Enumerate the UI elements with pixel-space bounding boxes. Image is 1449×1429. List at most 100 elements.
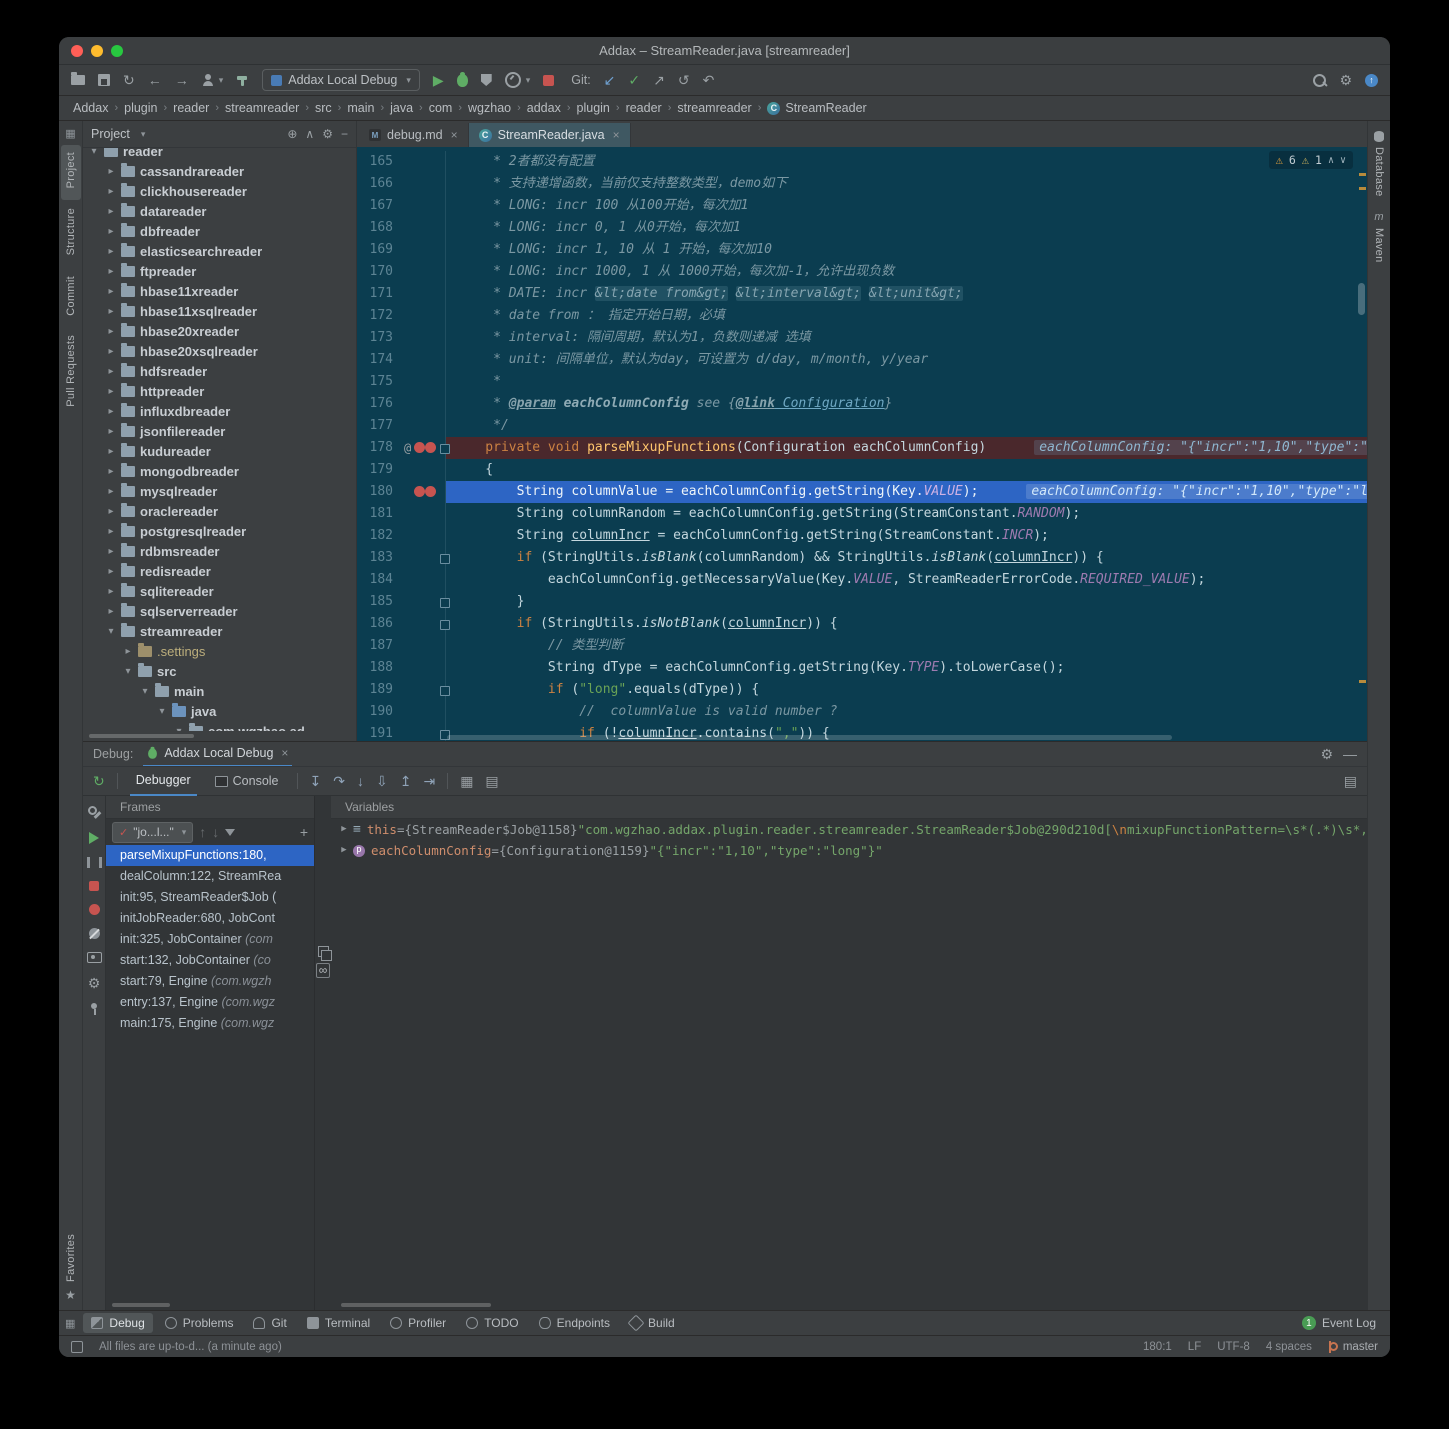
frames-hscrollbar[interactable] xyxy=(112,1303,308,1308)
breadcrumb-item[interactable]: main xyxy=(347,101,374,115)
tool-window-bars-icon[interactable]: ▦ xyxy=(65,127,75,140)
code-line-176[interactable]: 176 * @param eachColumnConfig see {@link… xyxy=(357,393,1367,415)
prev-warning-icon[interactable]: ∧ xyxy=(1328,155,1334,166)
chevron-icon[interactable]: ▸ xyxy=(106,306,116,317)
tab-console[interactable]: Console xyxy=(209,767,285,795)
show-all-frames-icon[interactable]: ∞ xyxy=(316,963,331,978)
line-number[interactable]: 167 xyxy=(357,195,401,217)
code-line-166[interactable]: 166 * 支持递增函数，当前仅支持整数类型，demo如下 xyxy=(357,173,1367,195)
code-line-186[interactable]: 186 if (StringUtils.isNotBlank(columnInc… xyxy=(357,613,1367,635)
update-indicator-icon[interactable]: ↑ xyxy=(1365,74,1378,87)
tree-item-datareader[interactable]: ▸datareader xyxy=(83,201,356,221)
error-stripe-mark[interactable] xyxy=(1359,187,1366,190)
chevron-icon[interactable]: ▸ xyxy=(106,466,116,477)
line-number[interactable]: 178 xyxy=(357,437,401,459)
status-tab-debug[interactable]: Debug xyxy=(83,1313,152,1333)
star-icon[interactable]: ★ xyxy=(65,1288,76,1302)
line-number[interactable]: 191 xyxy=(357,723,401,741)
thread-dump-icon[interactable] xyxy=(87,952,102,963)
line-number[interactable]: 173 xyxy=(357,327,401,349)
view-breakpoints-icon[interactable] xyxy=(89,904,100,915)
error-stripe-mark[interactable] xyxy=(1359,173,1366,176)
tree-item-java[interactable]: ▾java xyxy=(83,701,356,721)
gutter[interactable] xyxy=(401,283,446,305)
chevron-icon[interactable]: ▸ xyxy=(123,646,133,657)
frame-down-icon[interactable]: ↓ xyxy=(212,825,219,839)
close-icon[interactable]: × xyxy=(281,746,288,760)
code-line-180[interactable]: 180 String columnValue = eachColumnConfi… xyxy=(357,481,1367,503)
tree-item-oraclereader[interactable]: ▸oraclereader xyxy=(83,501,356,521)
inspection-widget[interactable]: ⚠ 6 ⚠ 1 ∧ ∨ xyxy=(1269,151,1353,169)
frame-up-icon[interactable]: ↑ xyxy=(199,825,206,839)
show-execution-point-icon[interactable]: ↧ xyxy=(310,773,322,790)
tool-button-maven[interactable]: m Maven xyxy=(1373,197,1385,263)
editor-vscrollbar[interactable] xyxy=(1358,283,1365,315)
rollback-icon[interactable]: ↶ xyxy=(703,73,715,87)
frame-row[interactable]: parseMixupFunctions:180, xyxy=(106,845,314,866)
breadcrumb-item[interactable]: java xyxy=(390,101,413,115)
search-icon[interactable] xyxy=(1313,74,1326,87)
back-icon[interactable]: ← xyxy=(148,73,162,87)
tree-item-rdbmsreader[interactable]: ▸rdbmsreader xyxy=(83,541,356,561)
line-number[interactable]: 177 xyxy=(357,415,401,437)
indent-setting[interactable]: 4 spaces xyxy=(1266,1341,1312,1353)
chevron-icon[interactable]: ▾ xyxy=(89,148,99,157)
maximize-window-icon[interactable] xyxy=(111,45,123,57)
pin-icon[interactable] xyxy=(89,1003,99,1016)
expand-icon[interactable]: ▶ xyxy=(339,846,349,855)
tree-item-postgresqlreader[interactable]: ▸postgresqlreader xyxy=(83,521,356,541)
breadcrumb-item[interactable]: plugin xyxy=(124,101,157,115)
tool-button-database[interactable]: Database xyxy=(1373,121,1385,197)
variable-row[interactable]: ▶≡this = {StreamReader$Job@1158} "com.wg… xyxy=(331,819,1367,840)
status-tab-problems[interactable]: Problems xyxy=(157,1313,242,1333)
tree-item-hbase20xsqlreader[interactable]: ▸hbase20xsqlreader xyxy=(83,341,356,361)
line-number[interactable]: 187 xyxy=(357,635,401,657)
tab-debugger[interactable]: Debugger xyxy=(130,766,197,796)
line-number[interactable]: 185 xyxy=(357,591,401,613)
gutter[interactable] xyxy=(401,217,446,239)
line-number[interactable]: 184 xyxy=(357,569,401,591)
duplicate-view-icon[interactable] xyxy=(318,946,329,957)
gutter[interactable] xyxy=(401,195,446,217)
debug-button[interactable] xyxy=(457,74,468,87)
code-line-181[interactable]: 181 String columnRandom = eachColumnConf… xyxy=(357,503,1367,525)
frame-row[interactable]: initJobReader:680, JobCont xyxy=(106,908,314,929)
tree-item-elasticsearchreader[interactable]: ▸elasticsearchreader xyxy=(83,241,356,261)
code-line-170[interactable]: 170 * LONG: incr 1000, 1 从 1000开始，每次加-1，… xyxy=(357,261,1367,283)
error-stripe-mark[interactable] xyxy=(1359,680,1366,683)
build-hammer-icon[interactable] xyxy=(236,74,249,87)
close-icon[interactable]: × xyxy=(613,128,620,142)
coverage-button[interactable] xyxy=(481,74,492,86)
chevron-icon[interactable]: ▾ xyxy=(123,666,133,677)
variables-hscrollbar[interactable] xyxy=(341,1303,1357,1308)
gutter[interactable] xyxy=(401,657,446,679)
run-config-selector[interactable]: Addax Local Debug ▾ xyxy=(262,69,420,91)
code-line-167[interactable]: 167 * LONG: incr 100 从100开始，每次加1 xyxy=(357,195,1367,217)
chevron-icon[interactable]: ▸ xyxy=(106,526,116,537)
next-warning-icon[interactable]: ∨ xyxy=(1340,155,1346,166)
settings-wrench-icon[interactable] xyxy=(88,806,101,819)
line-number[interactable]: 168 xyxy=(357,217,401,239)
gutter[interactable] xyxy=(401,591,446,613)
save-icon[interactable] xyxy=(98,74,110,86)
rerun-icon[interactable]: ↻ xyxy=(93,774,105,788)
settings-gear-icon[interactable]: ⚙ xyxy=(1320,747,1333,761)
line-number[interactable]: 176 xyxy=(357,393,401,415)
code-editor[interactable]: ⚠ 6 ⚠ 1 ∧ ∨ 165 * 2者都没有配置166 * 支持递增函数，当前… xyxy=(357,147,1367,741)
fold-icon[interactable] xyxy=(440,598,450,608)
status-icon[interactable] xyxy=(71,1341,83,1353)
history-icon[interactable]: ↺ xyxy=(678,73,690,87)
profiler-button[interactable]: ▾ xyxy=(505,72,531,88)
tree-item-hdfsreader[interactable]: ▸hdfsreader xyxy=(83,361,356,381)
gutter[interactable] xyxy=(401,547,446,569)
frame-row[interactable]: entry:137, Engine (com.wgz xyxy=(106,992,314,1013)
breakpoint-icon[interactable] xyxy=(414,486,425,497)
code-line-174[interactable]: 174 * unit: 间隔单位，默认为day，可设置为 d/day, m/mo… xyxy=(357,349,1367,371)
status-tab-git[interactable]: Git xyxy=(245,1313,294,1333)
tab-streamreader-java[interactable]: C StreamReader.java × xyxy=(469,123,631,147)
line-number[interactable]: 165 xyxy=(357,151,401,173)
chevron-icon[interactable]: ▸ xyxy=(106,226,116,237)
code-line-183[interactable]: 183 if (StringUtils.isBlank(columnRandom… xyxy=(357,547,1367,569)
code-line-168[interactable]: 168 * LONG: incr 0, 1 从0开始，每次加1 xyxy=(357,217,1367,239)
tree-item-hbase20xreader[interactable]: ▸hbase20xreader xyxy=(83,321,356,341)
